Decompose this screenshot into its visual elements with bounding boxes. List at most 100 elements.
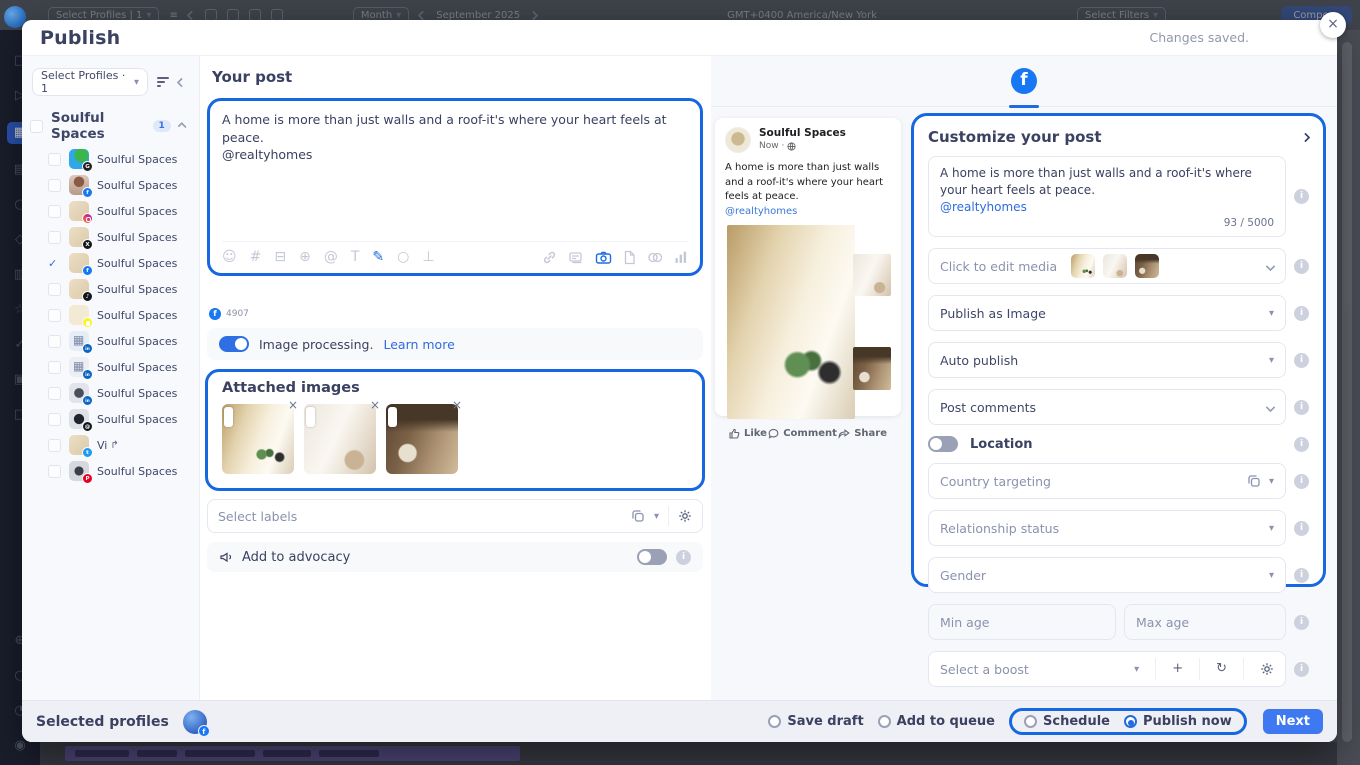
snippet-icon[interactable]: ⊥ <box>422 249 434 265</box>
share-button[interactable]: Share <box>838 428 887 439</box>
media-thumb-1[interactable] <box>1071 254 1095 278</box>
save-draft-radio[interactable]: Save draft <box>768 714 863 729</box>
filter-icon[interactable] <box>157 77 169 87</box>
document-icon[interactable] <box>623 250 636 265</box>
profile-checkbox[interactable] <box>48 283 61 296</box>
text-format-icon[interactable]: T <box>351 249 360 265</box>
profile-row[interactable]: P Soulful Spaces <box>40 458 199 484</box>
max-age-field[interactable]: Max age <box>1124 604 1286 640</box>
gender-dropdown[interactable]: Gender ▾ <box>928 557 1286 593</box>
profile-row[interactable]: t Vi↱ <box>40 432 199 458</box>
analytics-icon[interactable] <box>674 250 688 264</box>
relationship-status-dropdown[interactable]: Relationship status ▾ <box>928 510 1286 546</box>
attached-image-1[interactable]: × <box>222 404 294 474</box>
next-button[interactable]: Next <box>1263 709 1323 734</box>
ai-writer-icon[interactable]: ✎ <box>372 249 384 265</box>
profile-row-selected[interactable]: ✓ f Soulful Spaces <box>40 250 199 276</box>
profile-row[interactable]: ♪ Soulful Spaces <box>40 276 199 302</box>
chevron-right-icon[interactable] <box>1301 132 1311 142</box>
profile-row[interactable]: in Soulful Spaces <box>40 328 199 354</box>
calendar-event-bar[interactable] <box>65 746 520 761</box>
profile-row[interactable]: in Soulful Spaces <box>40 380 199 406</box>
media-thumb-2[interactable] <box>1103 254 1127 278</box>
info-icon[interactable]: i <box>1294 189 1309 204</box>
collapse-panel-icon[interactable] <box>177 77 187 87</box>
info-icon[interactable]: i <box>1294 474 1309 489</box>
preview-image-small-1[interactable] <box>853 254 891 296</box>
profile-row[interactable]: Soulful Spaces <box>40 302 199 328</box>
profile-row[interactable]: X Soulful Spaces <box>40 224 199 250</box>
tab-facebook[interactable]: f <box>1011 68 1037 94</box>
info-icon[interactable]: i <box>1294 353 1309 368</box>
info-icon[interactable]: i <box>1294 400 1309 415</box>
media-library-icon[interactable] <box>568 250 584 265</box>
bg-next-period[interactable] <box>530 12 537 19</box>
remove-image-icon[interactable]: × <box>370 398 380 412</box>
remove-image-icon[interactable]: × <box>452 398 462 412</box>
select-profiles-dropdown[interactable]: Select Profiles · 1 ▾ <box>32 68 148 96</box>
profile-checkbox[interactable] <box>48 465 61 478</box>
info-icon[interactable]: i <box>1294 306 1309 321</box>
profile-row[interactable]: f Soulful Spaces <box>40 172 199 198</box>
copy-labels-icon[interactable] <box>631 509 645 523</box>
profile-group-row[interactable]: Soulful Spaces 1 <box>22 104 199 146</box>
info-icon[interactable]: i <box>1294 615 1309 630</box>
select-labels-field[interactable]: Select labels ▾ <box>207 499 703 533</box>
publish-as-dropdown[interactable]: Publish as Image ▾ <box>928 295 1286 331</box>
profile-checkbox[interactable] <box>48 335 61 348</box>
info-icon[interactable]: i <box>1294 437 1309 452</box>
image-processing-toggle[interactable] <box>219 336 249 352</box>
refresh-icon[interactable]: ↻ <box>1216 662 1227 676</box>
emoji-icon[interactable]: ☺ <box>222 249 237 265</box>
mention-icon[interactable]: @ <box>324 249 338 265</box>
location-toggle[interactable] <box>928 436 958 452</box>
gif-icon[interactable] <box>647 250 663 265</box>
preview-mention-link[interactable]: @realtyhomes <box>725 206 797 217</box>
info-icon[interactable]: i <box>1294 568 1309 583</box>
profile-row[interactable]: @ Soulful Spaces <box>40 406 199 432</box>
bg-collapse-icon[interactable] <box>188 12 195 19</box>
advocacy-toggle[interactable] <box>637 549 667 565</box>
shorten-icon[interactable]: ○ <box>397 249 409 265</box>
check-icon[interactable]: ✓ <box>48 257 61 270</box>
chevron-down-icon[interactable]: ▾ <box>654 511 659 522</box>
profile-row[interactable]: Soulful Spaces <box>40 198 199 224</box>
chevron-up-icon[interactable] <box>177 121 186 130</box>
bg-filter-icon[interactable]: ≡ <box>169 10 177 21</box>
mention-link[interactable]: @realtyhomes <box>940 200 1027 214</box>
edit-media-field[interactable]: Click to edit media <box>928 248 1286 284</box>
profile-checkbox[interactable] <box>48 231 61 244</box>
preview-image-main[interactable] <box>727 225 855 419</box>
info-icon[interactable]: i <box>1294 662 1309 677</box>
auto-publish-dropdown[interactable]: Auto publish ▾ <box>928 342 1286 378</box>
chevron-down-icon[interactable] <box>1266 261 1276 271</box>
attached-image-2[interactable]: × <box>304 404 376 474</box>
remove-image-icon[interactable]: × <box>288 398 298 412</box>
saved-caption-icon[interactable]: ⊟ <box>274 249 286 265</box>
profile-row[interactable]: in Soulful Spaces <box>40 354 199 380</box>
profile-checkbox[interactable] <box>48 413 61 426</box>
bg-prev-period[interactable] <box>419 12 426 19</box>
camera-icon[interactable] <box>595 250 612 265</box>
learn-more-link[interactable]: Learn more <box>383 337 454 352</box>
comment-button[interactable]: Comment <box>768 428 837 439</box>
merge-tag-icon[interactable]: ⊕ <box>299 249 311 265</box>
profile-row[interactable]: G Soulful Spaces <box>40 146 199 172</box>
add-to-queue-radio[interactable]: Add to queue <box>878 714 995 729</box>
scrollbar-thumb[interactable] <box>1343 55 1351 305</box>
country-targeting-dropdown[interactable]: Country targeting ▾ <box>928 463 1286 499</box>
preview-image-small-2[interactable] <box>853 347 891 390</box>
profile-checkbox[interactable] <box>48 387 61 400</box>
post-comments-field[interactable]: Post comments <box>928 389 1286 425</box>
post-editor[interactable]: A home is more than just walls and a roo… <box>207 98 703 276</box>
add-boost-icon[interactable]: + <box>1172 662 1183 676</box>
gear-icon[interactable] <box>1260 662 1274 676</box>
boost-dropdown[interactable]: Select a boost ▾ + ↻ <box>928 651 1286 687</box>
link-icon[interactable] <box>542 250 557 265</box>
attached-image-3[interactable]: × <box>386 404 458 474</box>
profile-checkbox[interactable] <box>48 309 61 322</box>
media-thumb-3[interactable] <box>1135 254 1159 278</box>
profile-checkbox[interactable] <box>48 153 61 166</box>
info-icon[interactable]: i <box>676 550 691 565</box>
info-icon[interactable]: i <box>1294 521 1309 536</box>
